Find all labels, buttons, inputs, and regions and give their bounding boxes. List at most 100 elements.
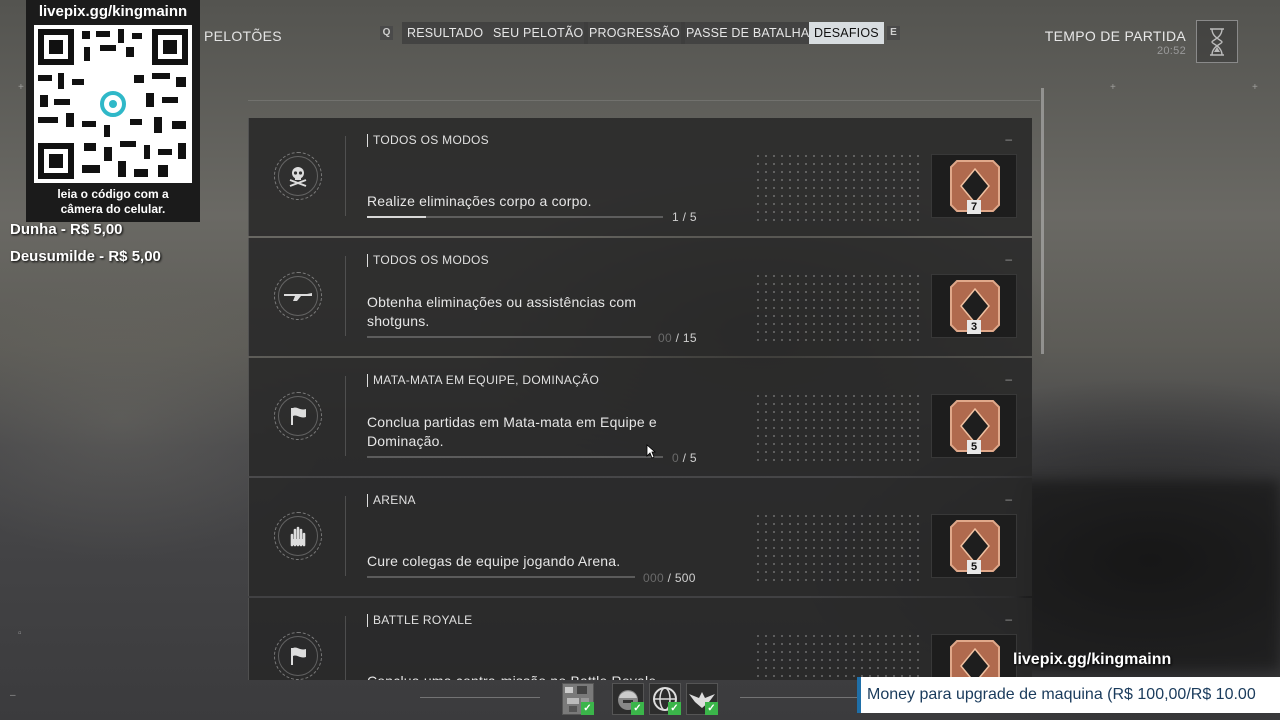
card-separator — [345, 616, 346, 680]
challenges-scrollbar[interactable] — [1041, 88, 1044, 354]
card-dash: – — [1005, 252, 1012, 266]
mouse-cursor-icon — [646, 444, 656, 459]
reward-count: 3 — [967, 320, 981, 334]
donation-goal-ticker: Money para upgrade de maquina (R$ 100,00… — [857, 677, 1280, 713]
card-dash: – — [1005, 612, 1012, 626]
match-time: TEMPO DE PARTIDA 20:52 — [1044, 28, 1186, 57]
skull-crossbones-icon — [274, 152, 322, 200]
progress-done: 000 — [643, 571, 664, 585]
ready-check-icon: ✓ — [581, 702, 594, 715]
ready-check-icon: ✓ — [668, 702, 681, 715]
qr-code-icon — [34, 25, 192, 183]
reward-slot[interactable] — [931, 634, 1017, 680]
challenge-progress-count: 1 / 5 — [672, 210, 697, 224]
reward-slot[interactable]: 3 — [931, 274, 1017, 338]
card-dash: – — [1005, 492, 1012, 506]
card-dash: – — [1005, 132, 1012, 146]
challenge-progress-count: 0 / 5 — [672, 451, 697, 465]
hourglass-icon — [1196, 20, 1238, 63]
prev-tab-key-hint[interactable]: Q — [380, 26, 393, 40]
qr-caption-line: leia o código com a — [57, 187, 169, 201]
challenge-mode: BATTLE ROYALE — [367, 614, 472, 627]
progress-total: / 15 — [675, 331, 697, 345]
tab-desafios[interactable]: DESAFIOS — [809, 22, 884, 44]
ready-check-icon: ✓ — [631, 702, 644, 715]
tab-passe-de-batalha[interactable]: PASSE DE BATALHA — [681, 22, 815, 44]
match-time-label: TEMPO DE PARTIDA — [1044, 28, 1186, 44]
progress-done: 1 — [672, 210, 679, 224]
bottom-divider — [740, 697, 860, 698]
dot-pattern — [754, 392, 924, 464]
challenge-mode: TODOS OS MODOS — [367, 134, 489, 147]
challenge-progress-count: 00 / 15 — [658, 331, 697, 345]
squad-member-slot[interactable]: ✓ — [649, 683, 681, 715]
tab-seu-pelotao[interactable]: SEU PELOTÃO — [488, 22, 589, 44]
challenge-progress-bar — [367, 216, 663, 218]
card-separator — [345, 496, 346, 576]
tab-progressao[interactable]: PROGRESSÃO — [584, 22, 685, 44]
description-line: Dominação. — [367, 433, 444, 449]
reward-count: 5 — [967, 440, 981, 454]
shotgun-icon — [274, 272, 322, 320]
ticker-text: Money para upgrade de maquina (R$ 100,00… — [867, 686, 1256, 703]
section-title: PELOTÕES — [204, 28, 282, 44]
reward-slot[interactable]: 7 — [931, 154, 1017, 218]
ready-check-icon: ✓ — [705, 702, 718, 715]
progress-fill — [367, 216, 427, 218]
corner-marker: + — [1110, 82, 1116, 93]
challenge-description: Obtenha eliminações ou assistências com … — [367, 293, 707, 331]
flag-icon — [274, 392, 322, 440]
dot-pattern — [754, 272, 924, 344]
challenge-card[interactable]: TODOS OS MODOS Obtenha eliminações ou as… — [248, 238, 1032, 356]
corner-marker: + — [18, 82, 24, 93]
card-separator — [345, 136, 346, 216]
challenge-mode: ARENA — [367, 494, 416, 507]
challenge-card[interactable]: MATA-MATA EM EQUIPE, DOMINAÇÃO Conclua p… — [248, 358, 1032, 476]
challenge-progress-bar — [367, 336, 651, 338]
flag-icon — [274, 632, 322, 680]
challenge-progress-bar — [367, 576, 635, 578]
progress-done: 0 — [672, 451, 679, 465]
next-tab-key-hint[interactable]: E — [887, 26, 900, 40]
progress-total: / 5 — [682, 210, 697, 224]
list-divider — [248, 100, 1040, 101]
progress-total: / 500 — [667, 571, 696, 585]
dot-pattern — [754, 152, 924, 224]
squad-member-slot[interactable]: ✓ — [562, 683, 594, 715]
stream-url: livepix.gg/kingmainn — [1013, 651, 1172, 668]
challenge-card[interactable]: BATTLE ROYALE Conclua uma contra-missão … — [248, 598, 1032, 680]
challenge-mode: TODOS OS MODOS — [367, 254, 489, 267]
dot-pattern — [754, 512, 924, 584]
tab-resultado[interactable]: RESULTADO — [402, 22, 489, 44]
description-line: Conclua partidas em Mata-mata em Equipe … — [367, 414, 657, 430]
challenge-mode: MATA-MATA EM EQUIPE, DOMINAÇÃO — [367, 374, 599, 387]
donor-entry: Deusumilde - R$ 5,00 — [10, 248, 161, 265]
challenge-description: Realize eliminações corpo a corpo. — [367, 193, 592, 209]
description-line: shotguns. — [367, 313, 430, 329]
challenge-card[interactable]: TODOS OS MODOS Realize eliminações corpo… — [248, 118, 1032, 236]
qr-caption-line: câmera do celular. — [60, 202, 166, 216]
medic-hand-icon — [274, 512, 322, 560]
corner-marker: ▫ — [18, 628, 22, 639]
donor-entry: Dunha - R$ 5,00 — [10, 221, 123, 238]
reward-slot[interactable]: 5 — [931, 394, 1017, 458]
card-dash: – — [1005, 372, 1012, 386]
reward-slot[interactable]: 5 — [931, 514, 1017, 578]
bottom-divider — [420, 697, 540, 698]
challenge-description: Cure colegas de equipe jogando Arena. — [367, 553, 621, 569]
squad-member-slot[interactable]: ✓ — [686, 683, 718, 715]
corner-marker: + — [1252, 82, 1258, 93]
dot-pattern — [754, 632, 924, 680]
reward-badge-icon — [950, 640, 1000, 680]
background-shadow — [1020, 480, 1280, 670]
challenge-progress-count: 000 / 500 — [643, 571, 696, 585]
challenge-description: Conclua uma contra-missão no Battle Roya… — [367, 672, 707, 680]
card-separator — [345, 256, 346, 336]
qr-caption: leia o código com a câmera do celular. — [26, 187, 200, 217]
challenge-card[interactable]: ARENA Cure colegas de equipe jogando Are… — [248, 478, 1032, 596]
challenge-description: Conclua partidas em Mata-mata em Equipe … — [367, 413, 707, 451]
card-separator — [345, 376, 346, 456]
squad-member-slot[interactable]: ✓ — [612, 683, 644, 715]
qr-title: livepix.gg/kingmainn — [38, 3, 188, 20]
description-line: Obtenha eliminações ou assistências com — [367, 294, 637, 310]
